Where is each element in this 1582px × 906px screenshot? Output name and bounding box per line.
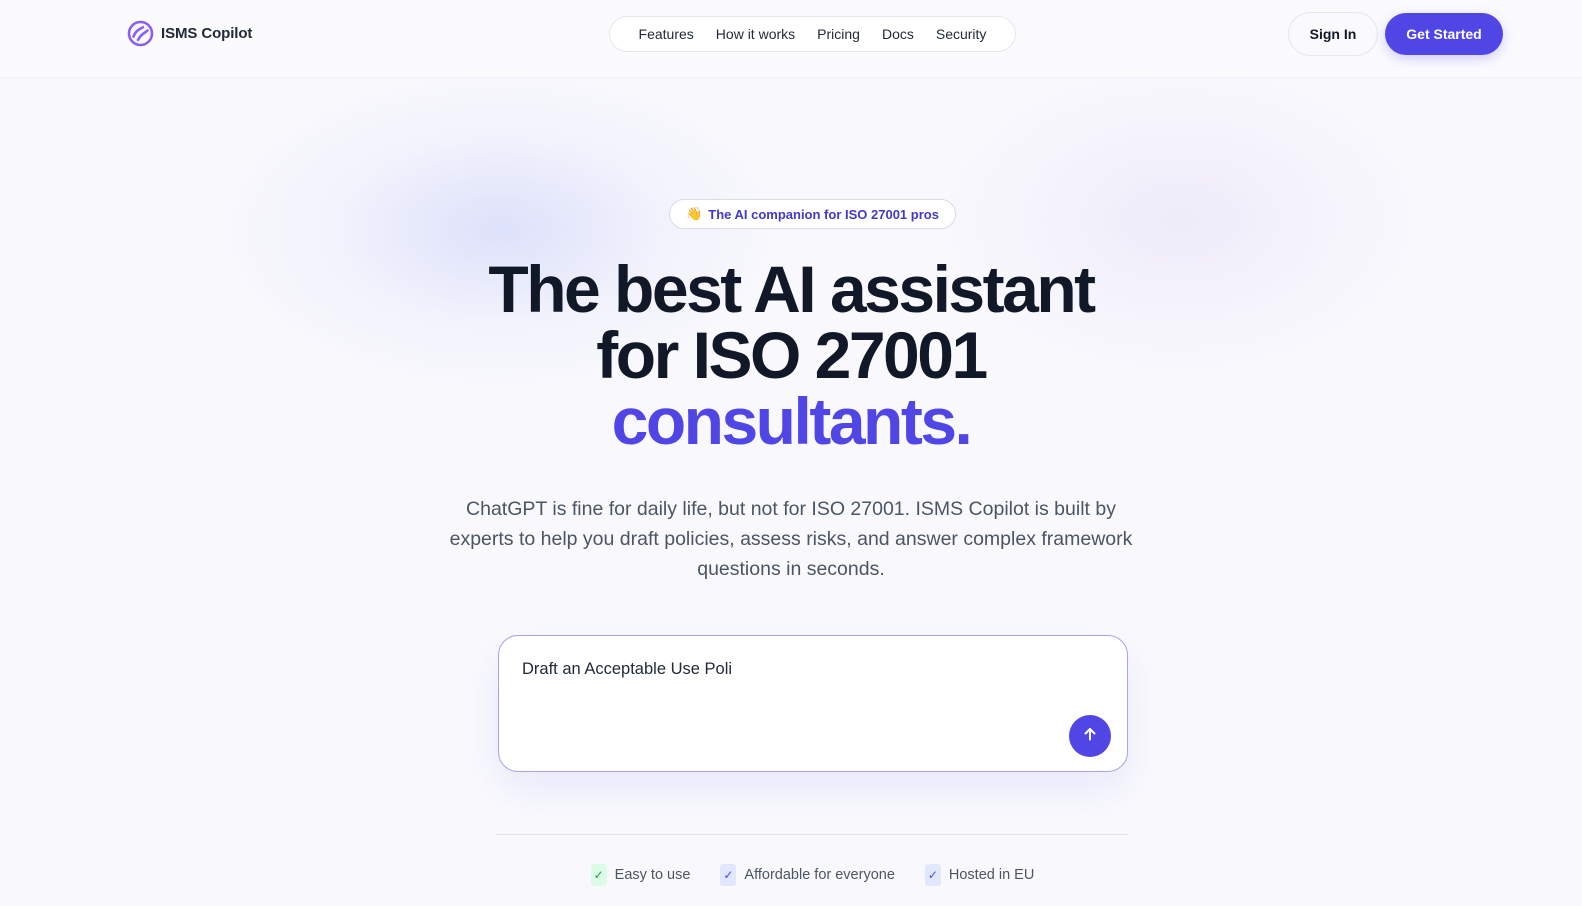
hero-headline: The best AI assistant for ISO 27001 cons…	[391, 256, 1191, 454]
feature-item-easy: ✓ Easy to use	[590, 864, 691, 886]
get-started-button[interactable]: Get Started	[1385, 13, 1503, 55]
nav-item-features[interactable]: Features	[639, 26, 694, 42]
prompt-input[interactable]: Draft an Acceptable Use Poli	[498, 635, 1128, 772]
nav-item-pricing[interactable]: Pricing	[817, 26, 860, 42]
feature-item-hosted-eu: ✓ Hosted in EU	[924, 864, 1035, 886]
prompt-input-value[interactable]: Draft an Acceptable Use Poli	[522, 660, 732, 679]
arrow-up-icon	[1081, 725, 1099, 748]
main-nav: Features How it works Pricing Docs Secur…	[609, 16, 1016, 52]
headline-line-1: The best AI assistant	[488, 252, 1096, 326]
site-header: ISMS Copilot Features How it works Prici…	[0, 0, 1582, 78]
swirl-logo-icon	[127, 20, 154, 47]
check-icon: ✓	[924, 864, 941, 886]
brand-name: ISMS Copilot	[161, 25, 253, 42]
hero-badge-text: The AI companion for ISO 27001 pros	[708, 206, 939, 222]
headline-line-3: consultants.	[611, 384, 973, 458]
headline-line-2: for ISO 27001	[596, 318, 988, 392]
section-divider	[496, 834, 1128, 835]
nav-item-security[interactable]: Security	[936, 26, 987, 42]
send-button[interactable]	[1069, 715, 1111, 757]
feature-label: Easy to use	[614, 867, 691, 883]
feature-item-affordable: ✓ Affordable for everyone	[720, 864, 895, 886]
waving-hand-icon: 👋	[686, 206, 703, 221]
nav-item-docs[interactable]: Docs	[882, 26, 914, 42]
brand-logo[interactable]: ISMS Copilot	[127, 20, 252, 47]
hero-badge: 👋 The AI companion for ISO 27001 pros	[669, 199, 956, 229]
sign-in-button[interactable]: Sign In	[1288, 12, 1378, 56]
check-icon: ✓	[720, 864, 737, 886]
feature-list: ✓ Easy to use ✓ Affordable for everyone …	[0, 864, 1582, 886]
landing-page: ISMS Copilot Features How it works Prici…	[0, 0, 1582, 906]
feature-label: Affordable for everyone	[744, 867, 895, 883]
check-icon: ✓	[590, 864, 607, 886]
hero-subtitle: ChatGPT is fine for daily life, but not …	[449, 498, 1133, 580]
nav-item-how-it-works[interactable]: How it works	[716, 26, 795, 42]
feature-label: Hosted in EU	[948, 867, 1035, 883]
